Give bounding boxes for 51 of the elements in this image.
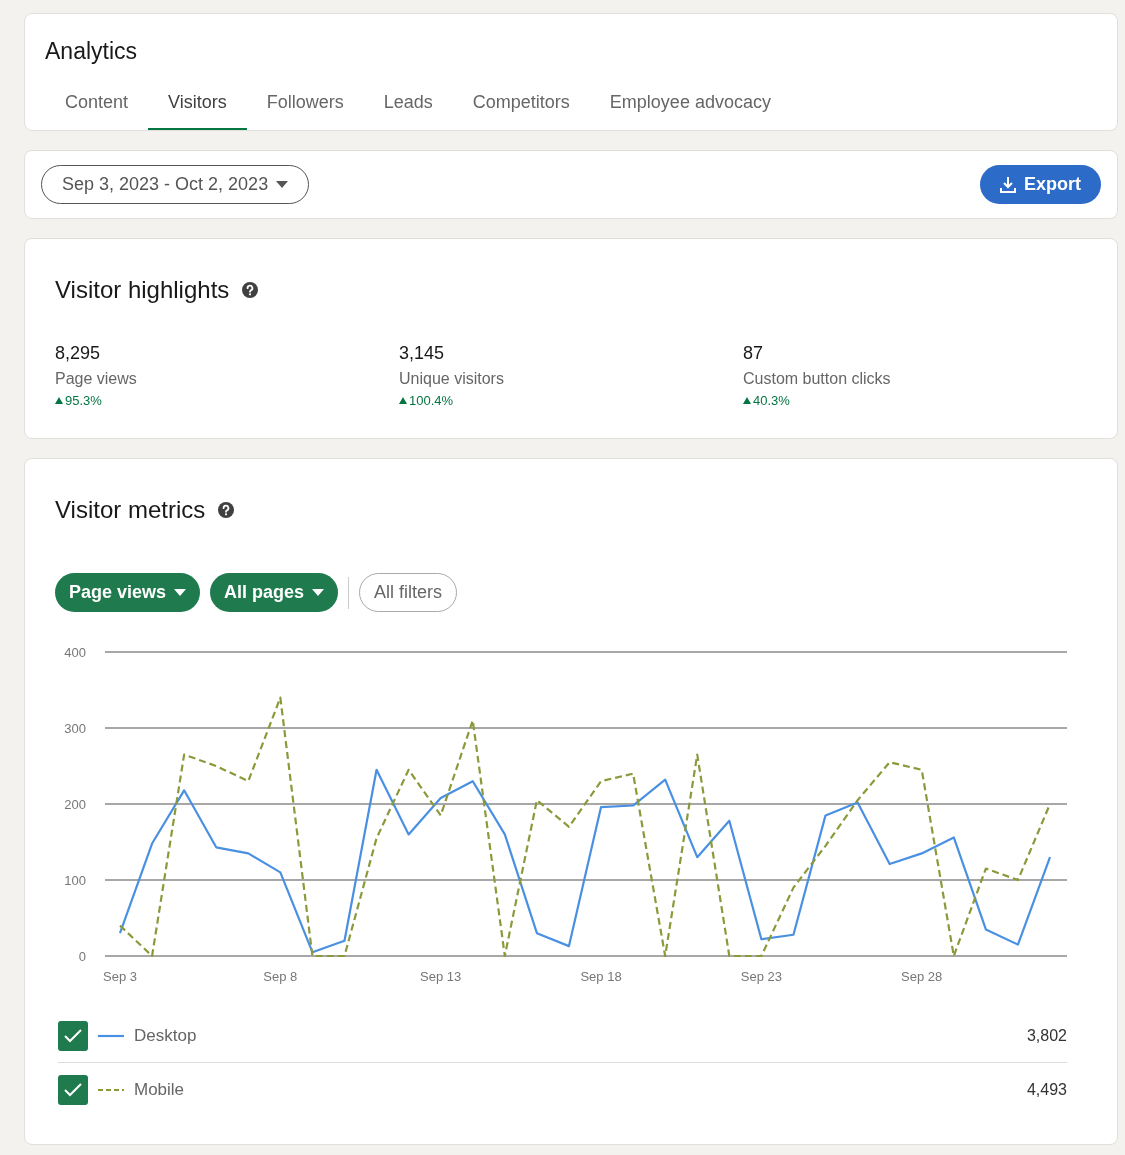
caret-icon	[276, 180, 289, 188]
page-title: Analytics	[45, 37, 139, 66]
caret-icon	[174, 589, 187, 596]
checkbox[interactable]	[58, 1074, 88, 1105]
tab[interactable]: Visitors	[148, 88, 247, 130]
triangle-up-icon	[743, 396, 751, 404]
legend-label: Mobile	[134, 1078, 185, 1101]
x-axis-label: Sep 28	[901, 969, 943, 984]
check-icon	[63, 1028, 83, 1044]
y-axis-label: 100	[64, 873, 86, 888]
y-axis-label: 300	[64, 721, 86, 736]
stat-value: 8,295	[55, 341, 102, 365]
download-icon	[1000, 175, 1016, 193]
x-axis-label: Sep 23	[740, 969, 782, 984]
triangle-up-icon	[55, 396, 63, 404]
x-axis-label: Sep 8	[263, 969, 298, 984]
stat-change: 100.4%	[409, 391, 454, 410]
legend-total: 4,493	[1026, 1079, 1067, 1100]
x-axis-label: Sep 3	[103, 969, 137, 984]
stat-label: Page views	[55, 368, 138, 389]
x-axis-label: Sep 18	[580, 969, 622, 984]
stat-label: Unique visitors	[399, 368, 505, 389]
y-axis-label: 400	[64, 645, 86, 660]
caret-icon	[312, 589, 325, 596]
section-title: Visitor metrics	[55, 495, 206, 525]
triangle-up-icon	[399, 396, 407, 404]
check-icon	[63, 1081, 83, 1098]
tab[interactable]: Content	[45, 88, 149, 130]
stat-change: 95.3%	[65, 391, 102, 410]
stat-change: 40.3%	[753, 391, 790, 410]
x-axis-label: Sep 13	[420, 969, 462, 984]
filter-dropdown[interactable]: Page views	[55, 573, 201, 612]
dashed-line-icon	[98, 1087, 124, 1092]
stat-label: Custom button clicks	[743, 368, 892, 389]
solid-line-icon	[98, 1034, 124, 1038]
tab[interactable]: Competitors	[452, 88, 590, 130]
tab[interactable]: Followers	[246, 88, 364, 130]
section-title: Visitor highlights	[55, 274, 230, 305]
filter-dropdown[interactable]: All pages	[210, 573, 339, 612]
y-axis-label: 0	[78, 949, 86, 964]
stat-value: 87	[743, 341, 765, 365]
legend-total: 3,802	[1026, 1026, 1067, 1046]
stat-value: 3,145	[399, 341, 446, 365]
export-button[interactable]: Export	[980, 164, 1101, 204]
help-icon[interactable]	[217, 501, 236, 519]
checkbox[interactable]	[58, 1021, 88, 1051]
tab[interactable]: Leads	[363, 88, 453, 130]
tab[interactable]: Employee advocacy	[589, 88, 791, 130]
legend-label: Desktop	[134, 1025, 197, 1048]
help-icon[interactable]	[241, 280, 260, 299]
y-axis-label: 200	[64, 797, 86, 812]
